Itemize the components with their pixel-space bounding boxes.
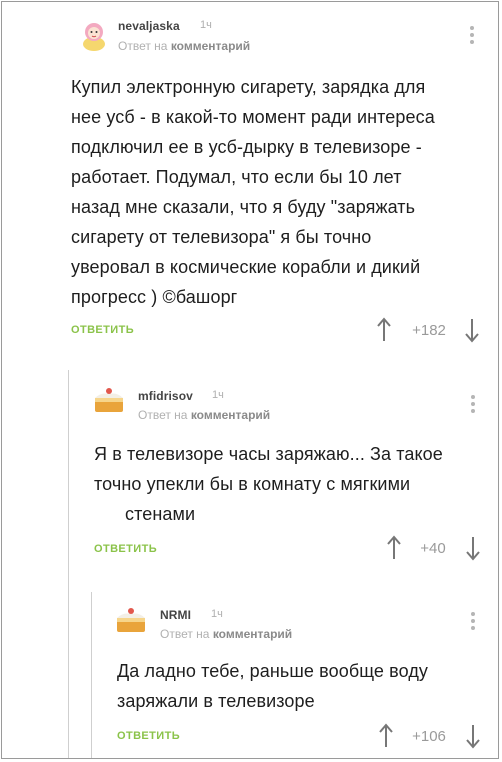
comment-text-line: нее усб - в какой-то момент ради интерес… [71, 107, 435, 127]
cake-avatar-icon[interactable] [113, 602, 149, 636]
reply-button[interactable]: ОТВЕТИТЬ [94, 543, 157, 555]
comments-panel: nevaljaska 1ч Ответ на комментарий Купил… [1, 1, 499, 759]
reply-to-label[interactable]: Ответ на комментарий [160, 627, 292, 641]
comment-rating: +106 [412, 728, 446, 745]
upvote-arrow-icon[interactable] [378, 723, 394, 749]
downvote-arrow-icon[interactable] [465, 723, 481, 749]
comment-author[interactable]: NRMI [160, 608, 191, 622]
reply-button[interactable]: ОТВЕТИТЬ [117, 730, 180, 742]
reply-to-label[interactable]: Ответ на комментарий [118, 39, 250, 53]
reply-prefix: Ответ на [160, 627, 210, 641]
reply-target-link[interactable]: комментарий [213, 627, 292, 641]
doll-avatar-icon[interactable] [76, 18, 112, 52]
upvote-arrow-icon[interactable] [386, 535, 402, 561]
reply-prefix: Ответ на [118, 39, 168, 53]
comment-author[interactable]: nevaljaska [118, 19, 180, 33]
downvote-arrow-icon[interactable] [465, 535, 481, 561]
comment-text-line: стенами [125, 504, 196, 524]
comment-text-line: Купил электронную сигарету, зарядка для [71, 77, 426, 97]
comment-time: 1ч [212, 389, 224, 401]
comment-text-line: назад мне сказали, что я буду "заряжать [71, 197, 416, 217]
comment-text-line: сигарету от телевизора" я бы точно [71, 227, 372, 247]
reply-to-label[interactable]: Ответ на комментарий [138, 408, 270, 422]
comment-text-line: заряжали в телевизоре [117, 691, 315, 711]
comment-text-line: работает. Подумал, что если бы 10 лет [71, 167, 402, 187]
more-options-icon[interactable] [469, 26, 475, 48]
comment-3: NRMI 1ч Ответ на комментарий Да ладно те… [91, 584, 498, 758]
reply-target-link[interactable]: комментарий [191, 408, 270, 422]
comment-text: Да ладно тебе, раньше вообще воду заряжа… [117, 656, 428, 716]
comment-text: Я в телевизоре часы заряжаю... За такое … [94, 439, 443, 529]
comment-time: 1ч [200, 19, 212, 31]
reply-prefix: Ответ на [138, 408, 188, 422]
comment-text-line: подключил ее в усб-дырку в телевизоре - [71, 137, 422, 157]
comment-rating: +40 [420, 540, 446, 557]
comment-rating: +182 [412, 322, 446, 339]
comment-2: mfidrisov 1ч Ответ на комментарий Я в те… [68, 362, 498, 582]
comment-text-line: уверовал в космические корабли и дикий [71, 257, 421, 277]
downvote-arrow-icon[interactable] [464, 317, 480, 343]
comment-text-line: Я в телевизоре часы заряжаю... За такое [94, 444, 443, 464]
reply-target-link[interactable]: комментарий [171, 39, 250, 53]
comment-text-line: Да ладно тебе, раньше вообще воду [117, 661, 429, 681]
comment-author[interactable]: mfidrisov [138, 389, 193, 403]
comment-text-line: точно упекли бы в комнату с мягкими [94, 474, 411, 494]
comment-time: 1ч [211, 608, 223, 620]
cake-avatar-icon[interactable] [91, 382, 127, 416]
comment-1: nevaljaska 1ч Ответ на комментарий Купил… [2, 2, 498, 347]
upvote-arrow-icon[interactable] [376, 317, 392, 343]
more-options-icon[interactable] [470, 612, 476, 634]
comment-text-line: прогресс ) ©башорг [71, 287, 238, 307]
comment-text: Купил электронную сигарету, зарядка для … [71, 72, 435, 312]
more-options-icon[interactable] [470, 395, 476, 417]
reply-button[interactable]: ОТВЕТИТЬ [71, 324, 134, 336]
